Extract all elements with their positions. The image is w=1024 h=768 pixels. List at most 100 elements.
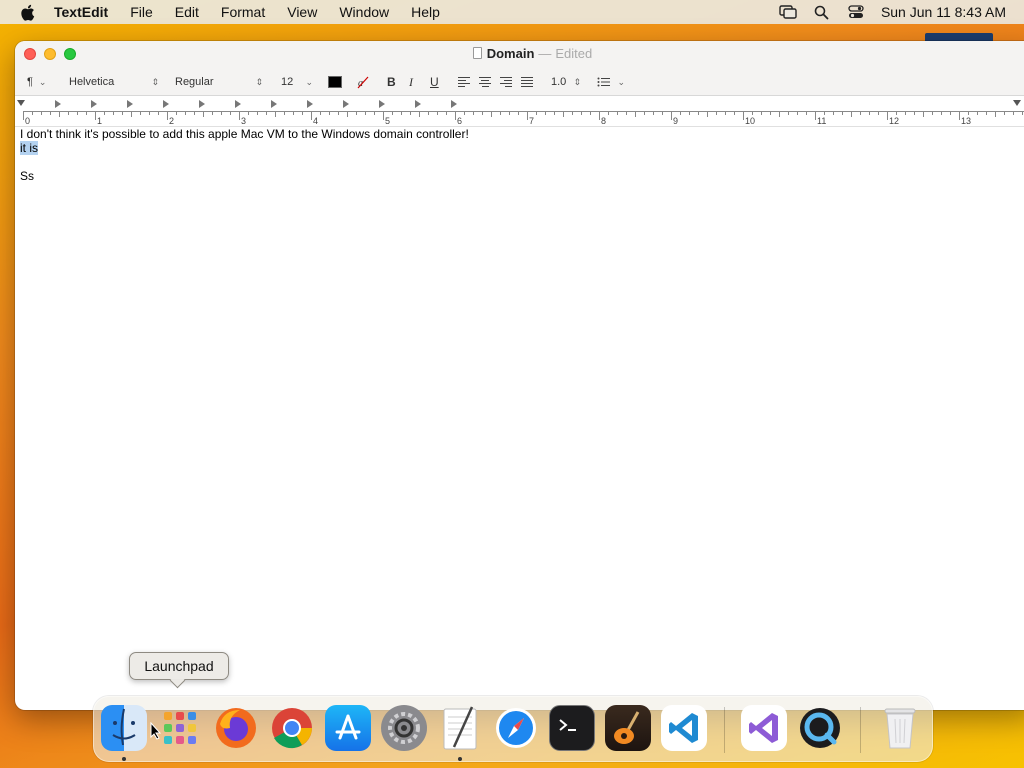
menubar-clock[interactable]: Sun Jun 11 8:43 AM [881,4,1006,20]
font-size-combo[interactable]: 12 ⌄ [281,73,313,91]
ruler-minor-tick [374,112,375,115]
align-left-icon [458,77,470,87]
tab-stop-marker[interactable] [451,100,457,108]
tab-stop-marker[interactable] [163,100,169,108]
ruler[interactable]: 0 1 2 3 4 5 6 7 8 9 10 11 12 13 [15,96,1024,127]
system-settings-icon[interactable] [381,705,427,751]
app-store-icon[interactable] [325,705,371,751]
window-titlebar[interactable]: Domain — Edited ¶ ⌄ Helvetica ⇕ Regular ⇕ … [15,41,1024,96]
align-center-button[interactable] [479,73,491,91]
control-center-icon[interactable] [847,4,865,20]
line-spacing-popup[interactable]: 1.0 ⇕ [551,73,581,91]
tab-stop-marker[interactable] [199,100,205,108]
ruler-minor-tick [932,112,933,115]
tab-stop-marker[interactable] [55,100,61,108]
ruler-minor-tick [977,112,978,115]
visual-studio-icon[interactable] [741,705,787,751]
ruler-minor-tick [446,112,447,115]
ruler-minor-tick [986,112,987,115]
tab-stop-marker[interactable] [343,100,349,108]
underline-button[interactable]: U [430,73,439,91]
ruler-minor-tick [518,112,519,115]
highlight-color-icon: a [357,76,369,89]
ruler-minor-tick [554,112,555,115]
finder-icon[interactable] [101,705,147,751]
spotlight-search-icon[interactable] [813,4,831,20]
menu-file[interactable]: File [130,4,153,20]
trash-icon[interactable] [877,705,923,751]
ruler-minor-tick [1022,112,1023,115]
tab-stop-marker[interactable] [235,100,241,108]
ruler-minor-tick [284,112,285,115]
apple-logo-icon[interactable] [18,3,36,21]
tab-stop-marker[interactable] [91,100,97,108]
ruler-minor-tick [734,112,735,115]
ruler-minor-tick [392,112,393,115]
ruler-minor-tick [68,112,69,115]
ruler-number: 3 [241,116,247,126]
ruler-minor-tick [851,112,852,117]
menu-edit[interactable]: Edit [175,4,199,20]
right-margin-marker[interactable] [1013,100,1021,106]
edited-status: Edited [555,46,593,61]
tab-stop-marker[interactable] [307,100,313,108]
ruler-minor-tick [293,112,294,115]
safari-icon[interactable] [493,705,539,751]
ruler-major-tick [383,112,384,120]
ruler-minor-tick [482,112,483,115]
font-family-popup[interactable]: Helvetica ⇕ [69,73,159,91]
ruler-number: 9 [673,116,679,126]
ruler-minor-tick [653,112,654,115]
list-bullets-popup[interactable]: ⌄ [597,73,625,91]
launchpad-icon[interactable] [157,705,203,751]
menu-format[interactable]: Format [221,4,265,20]
firefox-icon[interactable] [213,705,259,751]
bold-button[interactable]: B [387,73,396,91]
ruler-major-tick [743,112,744,120]
font-style-label: Regular [175,76,214,88]
vscode-icon[interactable] [661,705,707,751]
document-name[interactable]: Domain [487,46,535,61]
document-icon[interactable] [472,47,482,59]
tab-stop-marker[interactable] [415,100,421,108]
tab-stop-marker[interactable] [271,100,277,108]
ruler-minor-tick [122,112,123,115]
title-separator: — [538,46,552,61]
ruler-minor-tick [59,112,60,117]
document-body[interactable]: I don't think it's possible to add this … [20,127,1024,183]
left-margin-marker[interactable] [17,100,25,106]
textedit-icon[interactable] [437,705,483,751]
ruler-minor-tick [113,112,114,115]
justify-icon [521,77,533,87]
screen-mirroring-icon[interactable] [779,4,797,20]
quicktime-icon[interactable] [797,705,843,751]
ruler-minor-tick [716,112,717,115]
text-color-well[interactable] [328,73,342,91]
menu-app-name[interactable]: TextEdit [54,4,108,20]
ruler-minor-tick [680,112,681,115]
align-right-button[interactable] [500,73,512,91]
align-left-button[interactable] [458,73,470,91]
ruler-minor-tick [581,112,582,115]
justify-button[interactable] [521,73,533,91]
menu-help[interactable]: Help [411,4,440,20]
font-style-popup[interactable]: Regular ⇕ [175,73,263,91]
menu-view[interactable]: View [287,4,317,20]
garageband-icon[interactable] [605,705,651,751]
menu-window[interactable]: Window [339,4,389,20]
italic-button[interactable]: I [409,73,413,91]
ruler-minor-tick [761,112,762,115]
ruler-minor-tick [995,112,996,117]
terminal-icon[interactable] [549,705,595,751]
highlight-color-button[interactable]: a [356,73,370,91]
font-family-label: Helvetica [69,76,115,88]
chrome-icon[interactable] [269,705,315,751]
line-spacing-label: 1.0 [551,76,567,88]
tab-stop-marker[interactable] [379,100,385,108]
tab-stop-marker[interactable] [127,100,133,108]
ruler-minor-tick [410,112,411,115]
desktop-file-icon[interactable] [925,33,993,41]
ruler-minor-tick [500,112,501,115]
ruler-minor-tick [608,112,609,115]
paragraph-style-popup[interactable]: ¶ ⌄ [27,73,46,91]
